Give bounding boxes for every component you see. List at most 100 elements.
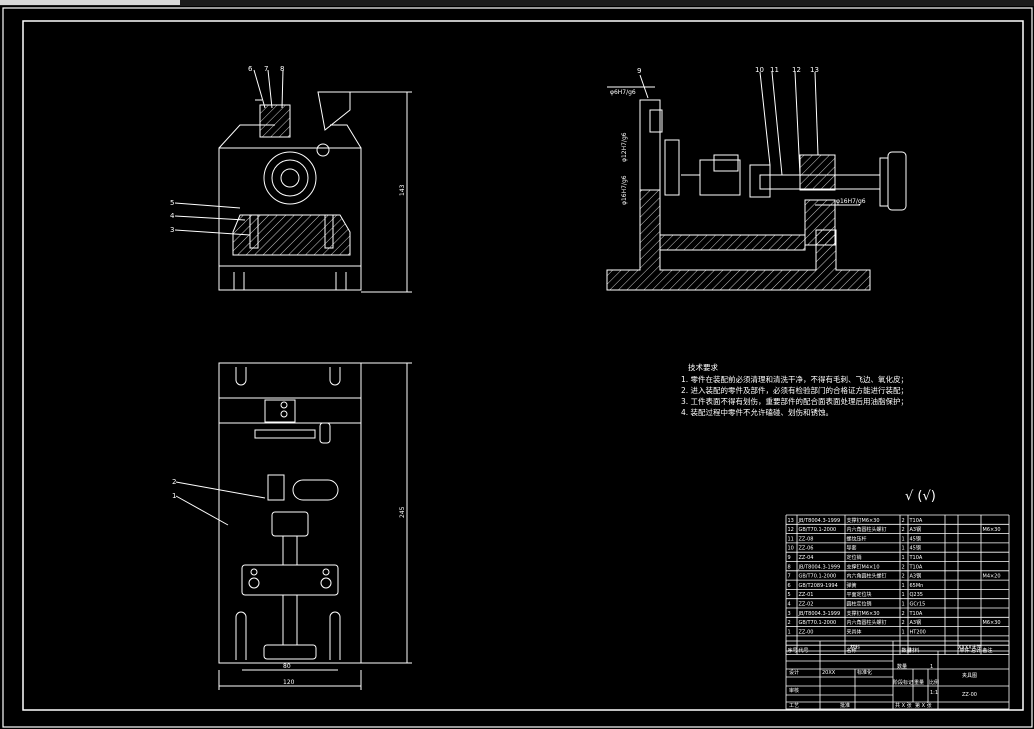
bom-cell: ZZ-01 — [799, 592, 814, 598]
bom-cell: 支撑钉M6×30 — [847, 517, 880, 524]
dim-height: 143 — [399, 184, 406, 196]
bom-cell: 2 — [902, 611, 905, 617]
bom-cell: 2 — [902, 574, 905, 580]
bom-cell: GCr15 — [910, 602, 926, 608]
balloon-13: 13 — [810, 66, 819, 74]
tech-line-1: 1. 零件在装配前必须清理和清洗干净，不得有毛刺、飞边、氧化皮； — [681, 374, 908, 384]
tb-reviewer: 审核 — [789, 687, 799, 694]
bom-cell: 支撑钉M4×10 — [847, 563, 880, 570]
bom-cell: JB/T8004.3-1999 — [798, 611, 841, 617]
fit-label-1: φ6H7/g6 — [610, 89, 636, 96]
bom-cell: 12 — [788, 527, 794, 533]
bom-cell: M6×30 — [983, 620, 1001, 626]
tb-date: 20XX — [822, 670, 836, 676]
bom-cell: 1 — [902, 602, 905, 608]
bom-cell: 2 — [902, 620, 905, 626]
bom-cell: 65Mn — [910, 583, 924, 589]
bom-cell: 7 — [788, 574, 791, 580]
bom-cell: 1 — [902, 629, 905, 635]
bom-cell: 螺纹压杆 — [847, 535, 867, 542]
bom-cell: 45钢 — [910, 545, 921, 552]
bom-cell: GB/T70.1-2000 — [799, 527, 837, 533]
bom-cell: 2 — [788, 620, 791, 626]
balloon-5: 5 — [170, 199, 174, 207]
bom-cell: ZZ-08 — [799, 536, 814, 542]
bom-cell: 45钢 — [910, 535, 921, 542]
inner-frame — [22, 20, 1024, 711]
bom-cell: 1 — [902, 592, 905, 598]
dim-width-b: 120 — [283, 679, 295, 686]
bom-cell: 13 — [788, 518, 794, 524]
balloon-9: 9 — [637, 67, 641, 75]
bom-cell: 1 — [902, 546, 905, 552]
balloon-8: 8 — [280, 65, 284, 73]
tb-drawing-no: ZZ-00 — [962, 692, 977, 698]
bom-cell: 1 — [902, 536, 905, 542]
bom-cell: 平面定位块 — [847, 591, 872, 598]
tech-title: 技术要求 — [688, 362, 718, 372]
bom-cell: 定位销 — [847, 554, 862, 561]
tb-company: XXXX大学 — [958, 644, 982, 651]
bom-cell: 导套 — [847, 545, 857, 552]
bom-cell: 内六角圆柱头螺钉 — [847, 526, 887, 533]
bom-cell: 2 — [902, 527, 905, 533]
tb-count-label: 数量 — [897, 663, 907, 670]
bom-cell: ZZ-06 — [799, 546, 814, 552]
bom-cell: JB/T8004.3-1999 — [798, 518, 841, 524]
bom-cell: ZZ-04 — [799, 555, 814, 561]
bom-cell: GB/T70.1-2000 — [799, 574, 837, 580]
tb-weight: 重量 — [914, 679, 924, 686]
bom-cell: ZZ-00 — [799, 629, 814, 635]
tb-standard: 标准化 — [857, 669, 872, 676]
bom-cell: ZZ-02 — [799, 602, 814, 608]
bom-cell: 1 — [902, 555, 905, 561]
tb-drawing-name: 夹具图 — [962, 672, 977, 679]
tb-designer: 设计 — [789, 669, 799, 676]
tech-line-2: 2. 进入装配的零件及部件，必须有检验部门的合格证方能进行装配； — [681, 385, 908, 395]
bom-cell: 圆柱定位销 — [847, 601, 872, 608]
bom-cell: T10A — [909, 611, 923, 617]
tb-stage: 阶段标记 — [893, 679, 913, 686]
tb-approve: 批准 — [840, 702, 850, 709]
bom-cell: HT200 — [910, 629, 926, 635]
bom-cell: 3 — [788, 611, 791, 617]
bom-cell: T10A — [909, 555, 923, 561]
bom-cell: GB/T70.1-2000 — [799, 620, 837, 626]
bom-cell: 2 — [902, 518, 905, 524]
bom-cell: T10A — [909, 564, 923, 570]
bom-cell: GB/T2089-1994 — [799, 583, 838, 589]
bom-cell: 弹簧 — [847, 582, 857, 589]
bom-cell: 内六角圆柱头螺钉 — [847, 619, 887, 626]
balloon-10: 10 — [755, 66, 764, 74]
balloon-6: 6 — [248, 65, 253, 73]
bom-cell: JB/T8004.3-1999 — [798, 564, 841, 570]
front-view — [174, 69, 412, 293]
side-section-view — [606, 71, 907, 291]
tb-material: 材料 — [850, 644, 860, 651]
bom-cell: M6×30 — [983, 527, 1001, 533]
bom-cell: 9 — [788, 555, 791, 561]
balloon-2: 2 — [172, 478, 176, 486]
tech-line-3: 3. 工件表面不得有划伤，重要部件的配合面表面处理后用油脂保护； — [681, 396, 908, 406]
balloon-3: 3 — [170, 226, 174, 234]
balloon-11: 11 — [770, 66, 779, 74]
surface-roughness: √ (√) — [905, 489, 936, 504]
bom-cell: A3钢 — [910, 573, 922, 580]
bom-cell: 1 — [788, 629, 791, 635]
bom-cell: 夹具体 — [847, 628, 862, 635]
bom-cell: 10 — [788, 546, 794, 552]
fit-label-2: φ12H7/g6 — [621, 132, 628, 162]
tb-scale: 1:1 — [930, 690, 938, 696]
tb-process: 工艺 — [789, 703, 799, 709]
balloon-12: 12 — [792, 66, 801, 74]
balloon-1: 1 — [172, 492, 176, 500]
balloon-7: 7 — [264, 65, 268, 73]
tb-sheet: 共 X 张 — [895, 702, 912, 709]
bom-cell: Q235 — [910, 592, 923, 598]
bom-cell: 1 — [902, 583, 905, 589]
bom-cell: 11 — [788, 536, 794, 542]
balloon-4: 4 — [170, 212, 175, 220]
bom-cell: 5 — [788, 592, 791, 598]
fit-label-3: φ16H7/g6 — [621, 175, 628, 205]
dim-width-a: 80 — [283, 663, 291, 670]
